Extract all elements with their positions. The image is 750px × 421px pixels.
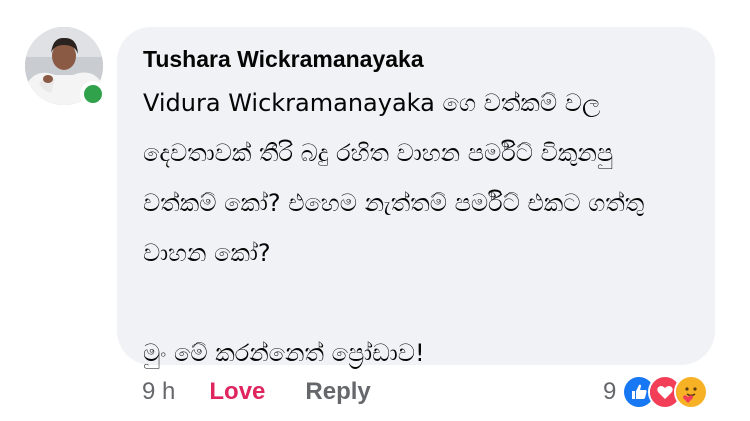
- comment-body-blank-line: [143, 278, 691, 328]
- comment-author-name[interactable]: Tushara Wickramanayaka: [143, 44, 691, 74]
- reply-button[interactable]: Reply: [305, 378, 370, 406]
- comment-body-line: වත්කම් කෝ? එහෙම නැත්තම් පර්මිට් එකට ගත්ත…: [143, 189, 645, 217]
- comment-body-line: වාහන කෝ?: [143, 239, 271, 267]
- love-reaction-button[interactable]: Love: [209, 378, 265, 406]
- avatar-container[interactable]: [25, 27, 106, 107]
- online-status-dot: [80, 81, 106, 107]
- comment-body: Vidura Wickramanayaka ගෙ වත්කම් වල දෙවතා…: [143, 78, 691, 378]
- comment-body-line: Vidura Wickramanayaka ගෙ වත්කම් වල: [143, 89, 601, 117]
- comment: Tushara Wickramanayaka Vidura Wickramana…: [0, 0, 750, 421]
- comment-actions: 9 h Love Reply: [142, 370, 371, 414]
- comment-bubble: Tushara Wickramanayaka Vidura Wickramana…: [117, 27, 715, 367]
- reaction-icons: [622, 375, 709, 409]
- care-icon: [674, 375, 709, 409]
- reaction-count: 9: [603, 378, 617, 405]
- comment-timestamp[interactable]: 9 h: [142, 378, 175, 406]
- reaction-summary[interactable]: 9: [603, 370, 709, 414]
- comment-body-line: දෙවතාවක් තීරි බදු රහිත වාහන පර්මිට් විකු…: [143, 139, 614, 167]
